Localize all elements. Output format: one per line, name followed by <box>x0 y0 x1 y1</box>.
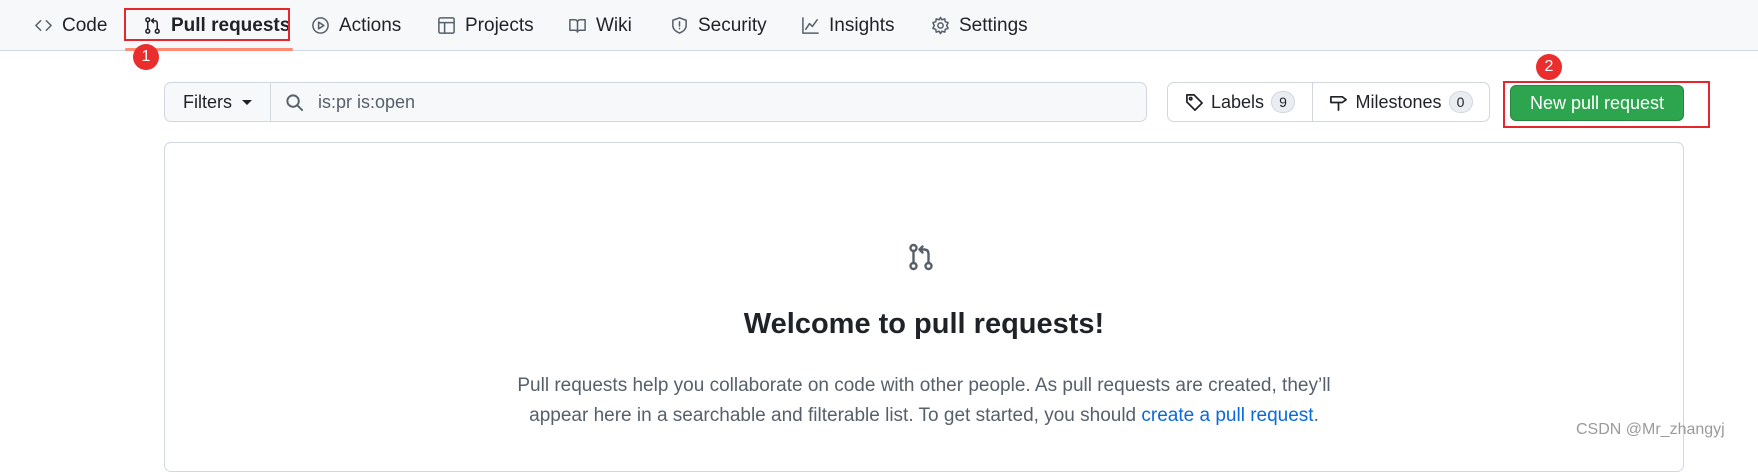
blankslate-desc-line1: Pull requests help you collaborate on co… <box>517 375 1331 396</box>
shield-icon <box>672 17 687 34</box>
filter-bar: Filters <box>164 82 1147 122</box>
tab-settings-label: Settings <box>959 14 1028 36</box>
tab-insights-label: Insights <box>829 14 895 36</box>
table-icon <box>438 17 455 34</box>
blankslate-desc-end: . <box>1313 405 1319 426</box>
tab-wiki[interactable]: Wiki <box>568 0 632 51</box>
search-box <box>271 83 1146 121</box>
code-icon <box>35 19 52 32</box>
graph-icon <box>802 17 819 34</box>
tab-projects[interactable]: Projects <box>437 0 534 51</box>
blankslate-icon <box>906 242 936 272</box>
search-input[interactable] <box>318 91 1146 113</box>
filters-button[interactable]: Filters <box>165 83 271 121</box>
tab-insights[interactable]: Insights <box>801 0 894 51</box>
book-icon <box>569 19 586 33</box>
blankslate-desc-line2: appear here in a searchable and filterab… <box>164 401 1684 431</box>
caret-down-icon <box>242 99 252 105</box>
tag-icon <box>1186 93 1203 111</box>
tab-actions-label: Actions <box>339 14 402 36</box>
blankslate-desc-text: appear here in a searchable and filterab… <box>529 405 1142 426</box>
annotation-marker-1: 1 <box>133 44 159 70</box>
tab-code-label: Code <box>62 14 108 36</box>
gear-icon <box>932 16 949 35</box>
tab-wiki-label: Wiki <box>596 14 632 36</box>
milestones-count: 0 <box>1448 91 1473 113</box>
milestone-icon <box>1330 95 1348 111</box>
annotation-box-new-pr <box>1503 81 1710 128</box>
labels-button[interactable]: Labels 9 <box>1168 83 1313 121</box>
tab-actions[interactable]: Actions <box>311 0 401 51</box>
blankslate-description: Pull requests help you collaborate on co… <box>164 371 1684 431</box>
blankslate-title: Welcome to pull requests! <box>743 308 1105 340</box>
tab-settings[interactable]: Settings <box>931 0 1028 51</box>
milestones-label: Milestones <box>1355 91 1442 112</box>
search-icon <box>286 93 304 111</box>
create-pull-request-link[interactable]: create a pull request <box>1141 405 1313 426</box>
milestones-button[interactable]: Milestones 0 <box>1313 83 1489 121</box>
play-icon <box>312 17 329 34</box>
watermark-text: CSDN @Mr_zhangyj <box>1576 421 1725 438</box>
tab-code[interactable]: Code <box>34 0 107 51</box>
labels-count: 9 <box>1271 91 1296 113</box>
labels-label: Labels <box>1210 91 1265 112</box>
labels-milestones-group: Labels 9 Milestones 0 <box>1167 82 1490 122</box>
tab-security-label: Security <box>698 14 767 36</box>
tab-projects-label: Projects <box>465 14 534 36</box>
filters-label: Filters <box>183 91 232 112</box>
tab-security[interactable]: Security <box>670 0 767 51</box>
annotation-marker-2: 2 <box>1536 54 1562 80</box>
annotation-box-pull-requests <box>124 8 290 41</box>
git-pull-request-icon <box>909 243 933 271</box>
